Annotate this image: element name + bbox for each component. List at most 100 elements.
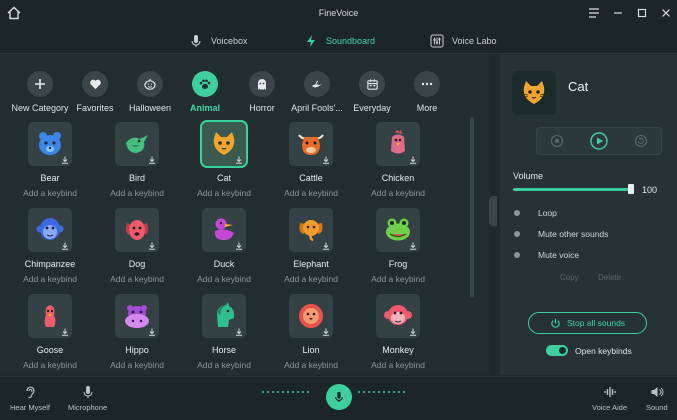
download-icon[interactable] <box>409 328 417 336</box>
sound-thumbnail[interactable] <box>289 122 333 166</box>
hear-myself-button[interactable]: Hear Myself <box>10 385 50 412</box>
copy-button[interactable]: Copy <box>560 273 579 282</box>
radio-dot[interactable] <box>514 252 520 258</box>
category-april-fools[interactable]: April Fools'... <box>287 71 347 113</box>
sound-thumbnail[interactable] <box>202 294 246 338</box>
download-icon[interactable] <box>322 156 330 164</box>
sound-thumbnail[interactable] <box>115 122 159 166</box>
add-keybind-link[interactable]: Add a keybind <box>10 188 90 198</box>
tab-voicebox[interactable]: Voicebox <box>189 32 248 50</box>
volume-slider[interactable] <box>513 188 631 191</box>
category-favorites[interactable]: Favorites <box>65 71 125 113</box>
download-icon[interactable] <box>235 328 243 336</box>
download-icon[interactable] <box>148 242 156 250</box>
add-keybind-link[interactable]: Add a keybind <box>271 274 351 284</box>
maximize-icon[interactable] <box>631 0 653 26</box>
bear-icon <box>39 132 61 155</box>
add-keybind-link[interactable]: Add a keybind <box>97 188 177 198</box>
sound-thumbnail[interactable] <box>376 294 420 338</box>
sound-thumbnail[interactable] <box>115 294 159 338</box>
sound-tile-cattle[interactable]: Cattle Add a keybind <box>271 122 351 198</box>
sound-tile-bird[interactable]: Bird Add a keybind <box>97 122 177 198</box>
sound-tile-horse[interactable]: Horse Add a keybind <box>184 294 264 370</box>
sound-tile-goose[interactable]: Goose Add a keybind <box>10 294 90 370</box>
download-icon[interactable] <box>61 156 69 164</box>
add-keybind-link[interactable]: Add a keybind <box>271 188 351 198</box>
play-icon[interactable] <box>590 132 608 150</box>
sound-tile-hippo[interactable]: Hippo Add a keybind <box>97 294 177 370</box>
download-icon[interactable] <box>235 242 243 250</box>
category-horror[interactable]: Horror <box>232 71 292 113</box>
stop-all-sounds-button[interactable]: Stop all sounds <box>528 312 647 334</box>
download-icon[interactable] <box>409 242 417 250</box>
download-icon[interactable] <box>61 242 69 250</box>
menu-icon[interactable] <box>583 0 605 26</box>
mic-toggle-button[interactable] <box>326 384 352 410</box>
category-halloween[interactable]: Halloween <box>120 71 180 113</box>
sound-thumbnail[interactable] <box>200 120 248 168</box>
sound-tile-chimpanzee[interactable]: Chimpanzee Add a keybind <box>10 208 90 284</box>
category-more[interactable]: More <box>397 71 457 113</box>
add-keybind-link[interactable]: Add a keybind <box>97 274 177 284</box>
download-icon[interactable] <box>322 242 330 250</box>
tab-soundboard[interactable]: Soundboard <box>304 32 375 50</box>
microphone-button[interactable]: Microphone <box>68 385 107 412</box>
hear-myself-label: Hear Myself <box>10 403 51 412</box>
option-loop[interactable]: Loop <box>514 208 557 218</box>
radio-dot[interactable] <box>514 231 520 237</box>
download-icon[interactable] <box>235 156 243 164</box>
add-keybind-link[interactable]: Add a keybind <box>358 188 438 198</box>
add-keybind-link[interactable]: Add a keybind <box>184 188 264 198</box>
sound-thumbnail[interactable] <box>376 208 420 252</box>
add-keybind-link[interactable]: Add a keybind <box>358 360 438 370</box>
download-icon[interactable] <box>148 328 156 336</box>
sound-thumbnail[interactable] <box>289 294 333 338</box>
tab-voice-labo[interactable]: Voice Labo <box>430 32 497 50</box>
download-icon[interactable] <box>322 328 330 336</box>
download-icon[interactable] <box>148 156 156 164</box>
volume-slider-handle[interactable] <box>628 184 634 194</box>
download-icon[interactable] <box>61 328 69 336</box>
category-new-category[interactable]: New Category <box>10 71 70 113</box>
sound-thumbnail[interactable] <box>28 122 72 166</box>
add-keybind-link[interactable]: Add a keybind <box>271 360 351 370</box>
sound-thumbnail[interactable] <box>202 208 246 252</box>
add-keybind-link[interactable]: Add a keybind <box>358 274 438 284</box>
option-mute-other-sounds[interactable]: Mute other sounds <box>514 229 608 239</box>
sound-button[interactable]: Sound <box>646 385 668 412</box>
replay-icon[interactable] <box>634 134 648 148</box>
add-keybind-link[interactable]: Add a keybind <box>10 360 90 370</box>
panel-collapse-handle[interactable] <box>489 196 497 226</box>
keybinds-toggle[interactable] <box>546 345 568 356</box>
option-mute-voice[interactable]: Mute voice <box>514 250 579 260</box>
add-keybind-link[interactable]: Add a keybind <box>97 360 177 370</box>
add-keybind-link[interactable]: Add a keybind <box>184 274 264 284</box>
category-label: Animal <box>189 103 220 113</box>
radio-dot[interactable] <box>514 210 520 216</box>
sound-thumbnail[interactable] <box>289 208 333 252</box>
sound-tile-frog[interactable]: Frog Add a keybind <box>358 208 438 284</box>
download-icon[interactable] <box>409 156 417 164</box>
sound-tile-monkey[interactable]: Monkey Add a keybind <box>358 294 438 370</box>
add-keybind-link[interactable]: Add a keybind <box>10 274 90 284</box>
sound-thumbnail[interactable] <box>115 208 159 252</box>
voice-aide-button[interactable]: Voice Aide <box>592 385 627 412</box>
sound-tile-duck[interactable]: Duck Add a keybind <box>184 208 264 284</box>
sound-tile-chicken[interactable]: Chicken Add a keybind <box>358 122 438 198</box>
minimize-icon[interactable] <box>607 0 629 26</box>
sound-thumbnail[interactable] <box>376 122 420 166</box>
close-icon[interactable] <box>655 0 677 26</box>
sound-tile-bear[interactable]: Bear Add a keybind <box>10 122 90 198</box>
delete-button[interactable]: Delete <box>598 273 621 282</box>
sound-tile-lion[interactable]: Lion Add a keybind <box>271 294 351 370</box>
sound-tile-dog[interactable]: Dog Add a keybind <box>97 208 177 284</box>
record-icon[interactable] <box>550 134 564 148</box>
scrollbar[interactable] <box>470 117 474 297</box>
add-keybind-link[interactable]: Add a keybind <box>184 360 264 370</box>
sound-thumbnail[interactable] <box>28 294 72 338</box>
category-animal[interactable]: Animal <box>175 71 235 113</box>
sound-tile-cat[interactable]: Cat Add a keybind <box>184 120 264 198</box>
category-everyday[interactable]: Everyday <box>342 71 402 113</box>
sound-tile-elephant[interactable]: Elephant Add a keybind <box>271 208 351 284</box>
sound-thumbnail[interactable] <box>28 208 72 252</box>
